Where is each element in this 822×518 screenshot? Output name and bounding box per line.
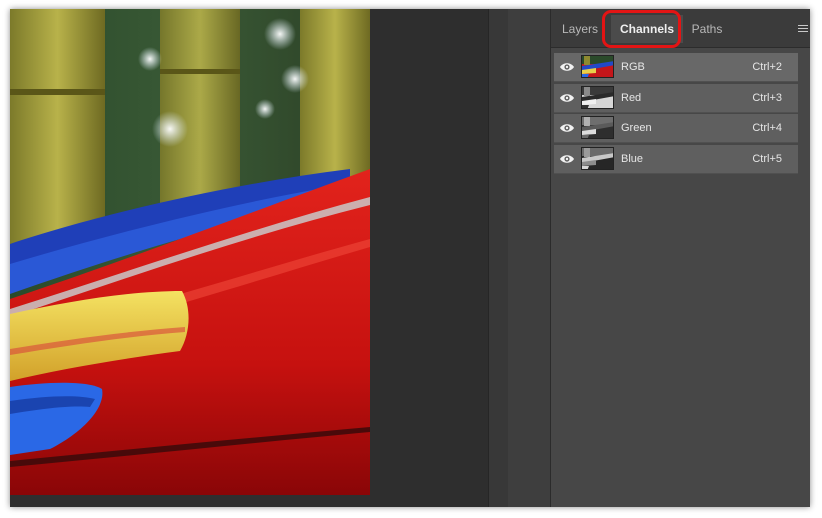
- panel-tab-bar: Layers Channels Paths: [551, 9, 810, 48]
- eye-visibility-icon[interactable]: [559, 61, 575, 73]
- photoshop-window: Layers Channels Paths RGB Ctrl+2 Red Ctr…: [10, 9, 810, 507]
- panel-divider[interactable]: [488, 9, 510, 507]
- channel-shortcut: Ctrl+2: [752, 61, 782, 73]
- tab-layers[interactable]: Layers: [557, 15, 603, 43]
- channel-shortcut: Ctrl+4: [752, 122, 782, 134]
- channel-thumbnail-rgb: [581, 55, 614, 78]
- channel-thumbnail-green: [581, 116, 614, 139]
- eye-visibility-icon[interactable]: [559, 122, 575, 134]
- channel-row-rgb[interactable]: RGB Ctrl+2: [554, 53, 798, 82]
- eye-visibility-icon[interactable]: [559, 92, 575, 104]
- channel-thumbnail-red: [581, 85, 614, 109]
- channel-shortcut: Ctrl+3: [752, 91, 782, 104]
- hamburger-menu-icon[interactable]: [798, 25, 808, 33]
- channels-panel: Layers Channels Paths RGB Ctrl+2 Red Ctr…: [551, 9, 810, 507]
- document-canvas[interactable]: [10, 9, 370, 495]
- channel-list: RGB Ctrl+2 Red Ctrl+3 Green Ctrl+4 Blue …: [554, 53, 798, 175]
- channel-row-blue[interactable]: Blue Ctrl+5: [554, 144, 798, 174]
- channel-name: Blue: [621, 152, 644, 165]
- channel-shortcut: Ctrl+5: [752, 152, 782, 165]
- tab-channels[interactable]: Channels: [611, 15, 683, 43]
- eye-visibility-icon[interactable]: [559, 153, 575, 165]
- channel-name: RGB: [621, 61, 645, 73]
- channel-thumbnail-blue: [581, 146, 614, 170]
- channel-row-red[interactable]: Red Ctrl+3: [554, 83, 798, 113]
- macaw-feather-photo: [10, 9, 370, 495]
- channel-row-green[interactable]: Green Ctrl+4: [554, 114, 798, 143]
- tab-paths[interactable]: Paths: [685, 15, 729, 43]
- channel-name: Red: [621, 91, 642, 104]
- collapsed-panel-dock: [508, 9, 551, 507]
- canvas-workspace: [370, 9, 488, 507]
- channel-name: Green: [621, 122, 652, 134]
